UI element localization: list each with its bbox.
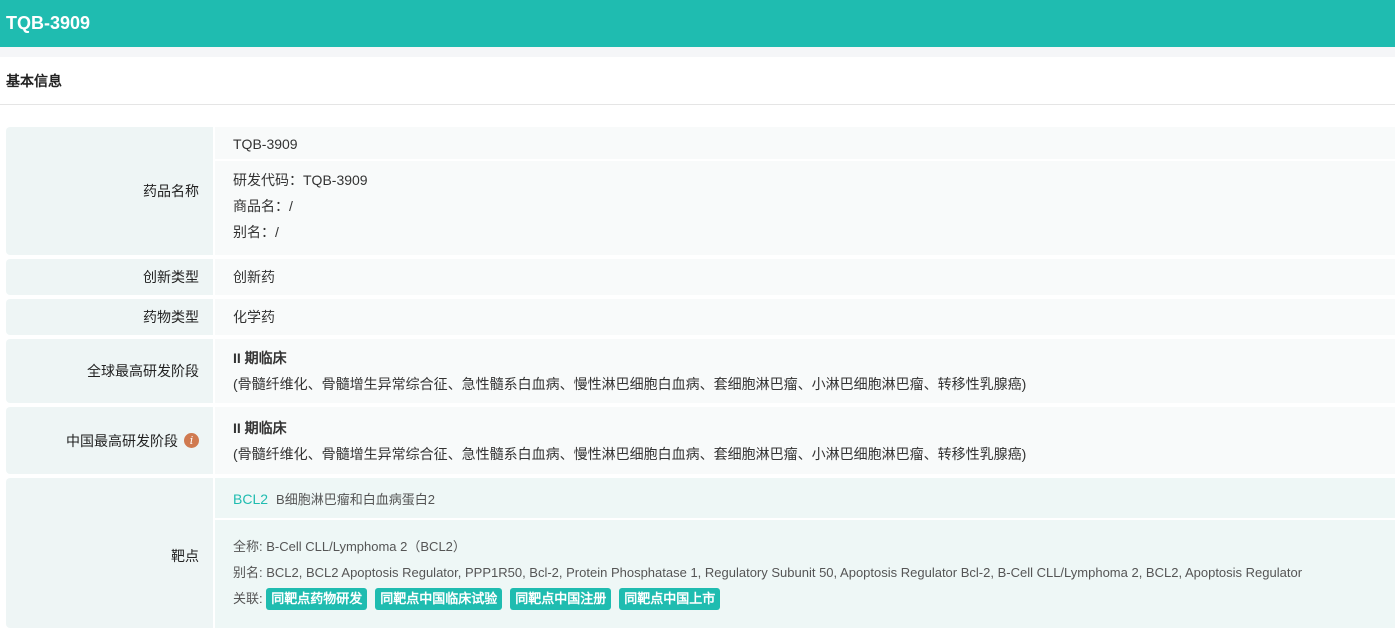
row-label: 全球最高研发阶段 bbox=[6, 339, 213, 403]
row-china-stage: 中国最高研发阶段 i II 期临床 (骨髓纤维化、骨髓增生异常综合征、急性髓系白血… bbox=[6, 407, 1395, 474]
row-label: 药品名称 bbox=[6, 127, 213, 255]
drug-type-value: 化学药 bbox=[215, 299, 1395, 335]
divider bbox=[0, 47, 1395, 57]
full-name: B-Cell CLL/Lymphoma 2（BCL2） bbox=[266, 539, 466, 554]
alias-label: 别名: bbox=[233, 565, 263, 580]
target-name: B细胞淋巴瘤和白血病蛋白2 bbox=[276, 492, 435, 507]
tag-same-target-china-market[interactable]: 同靶点中国上市 bbox=[619, 588, 721, 610]
related-label: 关联: bbox=[233, 591, 263, 606]
drug-name: TQB-3909 bbox=[215, 127, 1395, 161]
global-indications: (骨髓纤维化、骨髓增生异常综合征、急性髓系白血病、慢性淋巴细胞白血病、套细胞淋巴… bbox=[233, 376, 1027, 392]
row-innovation: 创新类型 创新药 bbox=[6, 259, 1395, 295]
row-label: 创新类型 bbox=[6, 259, 213, 295]
drug-title: TQB-3909 bbox=[6, 13, 91, 33]
row-drug-name: 药品名称 TQB-3909 研发代码：TQB-3909 商品名：/ 别名：/ bbox=[6, 127, 1395, 255]
row-target: 靶点 BCL2 B细胞淋巴瘤和白血病蛋白2 全称: B-Cell CLL/Lymp… bbox=[6, 478, 1395, 628]
china-indications: (骨髓纤维化、骨髓增生异常综合征、急性髓系白血病、慢性淋巴细胞白血病、套细胞淋巴… bbox=[233, 445, 1027, 462]
tag-same-target-china-registration[interactable]: 同靶点中国注册 bbox=[510, 588, 612, 610]
global-stage: II 期临床 bbox=[233, 350, 287, 366]
china-stage-label: 中国最高研发阶段 bbox=[66, 432, 178, 449]
full-name-label: 全称: bbox=[233, 539, 263, 554]
section-title: 基本信息 bbox=[0, 57, 1395, 105]
tag-same-target-drugs[interactable]: 同靶点药物研发 bbox=[266, 588, 368, 610]
alias: 别名：/ bbox=[233, 224, 279, 240]
page-header: TQB-3909 bbox=[0, 0, 1395, 47]
innovation-value: 创新药 bbox=[215, 259, 1395, 295]
trade-name: 商品名：/ bbox=[233, 198, 293, 214]
china-stage: II 期临床 bbox=[233, 419, 287, 436]
row-label: 靶点 bbox=[6, 478, 213, 628]
row-drug-type: 药物类型 化学药 bbox=[6, 299, 1395, 335]
info-table: 药品名称 TQB-3909 研发代码：TQB-3909 商品名：/ 别名：/ 创… bbox=[6, 127, 1395, 632]
row-label: 药物类型 bbox=[6, 299, 213, 335]
info-icon[interactable]: i bbox=[184, 433, 199, 448]
tag-same-target-china-trials[interactable]: 同靶点中国临床试验 bbox=[375, 588, 503, 610]
target-aliases: BCL2, BCL2 Apoptosis Regulator, PPP1R50,… bbox=[266, 565, 1303, 580]
row-label: 中国最高研发阶段 i bbox=[6, 407, 213, 474]
target-symbol-link[interactable]: BCL2 bbox=[233, 491, 268, 507]
research-code: 研发代码：TQB-3909 bbox=[233, 172, 368, 188]
row-global-stage: 全球最高研发阶段 II 期临床 (骨髓纤维化、骨髓增生异常综合征、急性髓系白血病… bbox=[6, 339, 1395, 403]
